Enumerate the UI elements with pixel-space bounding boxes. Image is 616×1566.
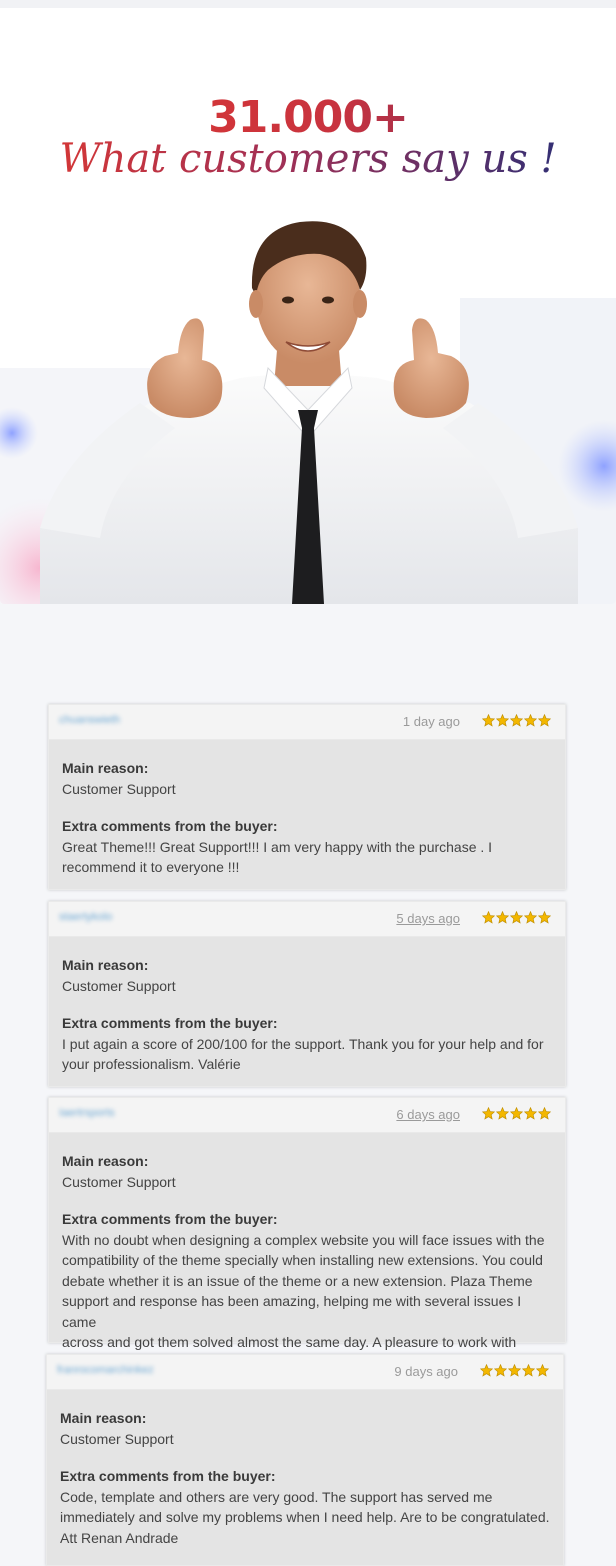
review-body: Main reason: Customer Support Extra comm… — [47, 1390, 563, 1548]
comment-line: compatibility of the theme specially whe… — [62, 1252, 543, 1268]
extra-comments-label: Extra comments from the buyer: — [62, 818, 278, 834]
extra-comments-label: Extra comments from the buyer: — [62, 1015, 278, 1031]
comment-line: Code, template and others are very good.… — [60, 1488, 493, 1505]
star-icon — [538, 714, 551, 727]
rating-stars — [480, 1364, 549, 1378]
comment-line: Att Renan Andrade — [60, 1529, 179, 1546]
main-reason-label: Main reason: — [62, 760, 149, 776]
comment-line: your professionalism. Valérie — [62, 1056, 241, 1072]
star-icon — [524, 714, 537, 727]
star-icon — [480, 1364, 493, 1377]
hero-banner: 31.000+ What customers say us ! — [0, 8, 616, 604]
extra-comments-label: Extra comments from the buyer: — [60, 1468, 276, 1484]
star-icon — [482, 911, 495, 924]
comment-line: Great Theme!!! Great Support!!! I am ver… — [62, 838, 493, 855]
rating-stars — [482, 911, 551, 925]
review-card: staertykolo 5 days ago Main reason: Cust… — [48, 901, 566, 1087]
review-card: Iaertrsports 6 days ago Main reason: Cus… — [48, 1097, 566, 1371]
main-reason-value: Customer Support — [62, 780, 176, 797]
star-icon — [482, 1107, 495, 1120]
reviewer-username[interactable]: chuanswieth — [59, 714, 120, 726]
comment-line: recommend it to everyone !!! — [62, 859, 240, 875]
star-icon — [482, 714, 495, 727]
review-card: chuanswieth 1 day ago Main reason: Custo… — [48, 704, 566, 890]
star-icon — [538, 911, 551, 924]
star-icon — [496, 1107, 509, 1120]
main-reason-label: Main reason: — [62, 957, 149, 973]
reviewer-username[interactable]: franrocomarchinkez — [57, 1364, 154, 1376]
review-date: 9 days ago — [394, 1364, 458, 1379]
review-card: franrocomarchinkez 9 days ago Main reaso… — [46, 1354, 564, 1566]
comment-line: support and response has been amazing, h… — [62, 1293, 522, 1330]
rating-stars — [482, 1107, 551, 1121]
star-icon — [524, 911, 537, 924]
review-header: chuanswieth 1 day ago — [49, 705, 565, 740]
review-date-link[interactable]: 5 days ago — [396, 911, 460, 926]
reviewer-username[interactable]: Iaertrsports — [59, 1107, 115, 1119]
star-icon — [510, 714, 523, 727]
review-date-link[interactable]: 6 days ago — [396, 1107, 460, 1122]
review-header: Iaertrsports 6 days ago — [49, 1098, 565, 1133]
star-icon — [536, 1364, 549, 1377]
star-icon — [494, 1364, 507, 1377]
review-body: Main reason: Customer Support Extra comm… — [49, 937, 565, 1075]
review-date: 1 day ago — [402, 714, 460, 729]
comment-line: With no doubt when designing a complex w… — [62, 1231, 545, 1248]
star-icon — [522, 1364, 535, 1377]
review-header: staertykolo 5 days ago — [49, 902, 565, 937]
star-icon — [496, 714, 509, 727]
comment-line: debate whether it is an issue of the the… — [62, 1272, 533, 1289]
main-reason-label: Main reason: — [62, 1153, 149, 1169]
star-icon — [496, 911, 509, 924]
review-body: Main reason: Customer Support Extra comm… — [49, 740, 565, 878]
main-reason-value: Customer Support — [60, 1430, 174, 1447]
rating-stars — [482, 714, 551, 728]
main-reason-value: Customer Support — [62, 977, 176, 994]
comment-line: I put again a score of 200/100 for the s… — [62, 1035, 544, 1052]
star-icon — [510, 1107, 523, 1120]
comment-line: immediately and solve my problems when I… — [60, 1509, 550, 1525]
main-reason-value: Customer Support — [62, 1173, 176, 1190]
star-icon — [508, 1364, 521, 1377]
star-icon — [510, 911, 523, 924]
review-body: Main reason: Customer Support Extra comm… — [49, 1133, 565, 1373]
extra-comments-label: Extra comments from the buyer: — [62, 1211, 278, 1227]
review-header: franrocomarchinkez 9 days ago — [47, 1355, 563, 1390]
reviewer-username[interactable]: staertykolo — [59, 911, 112, 923]
main-reason-label: Main reason: — [60, 1410, 147, 1426]
star-icon — [524, 1107, 537, 1120]
star-icon — [538, 1107, 551, 1120]
top-strip — [0, 0, 616, 8]
hero-tagline: What customers say us ! — [0, 136, 616, 182]
